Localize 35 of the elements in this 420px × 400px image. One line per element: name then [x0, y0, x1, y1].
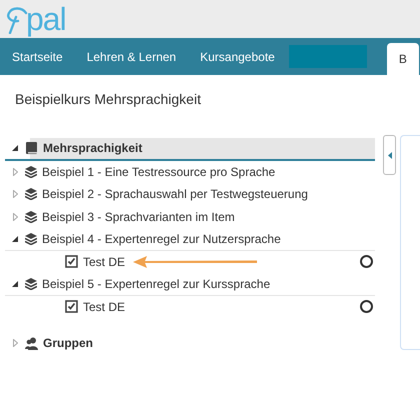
collapse-icon[interactable]	[12, 280, 18, 287]
tree-item[interactable]: Beispiel 1 - Eine Testressource pro Sprache	[42, 162, 276, 181]
expand-icon[interactable]	[12, 168, 18, 176]
status-icon	[360, 255, 373, 268]
people-icon	[25, 336, 38, 350]
layers-icon	[25, 232, 37, 245]
tree-item[interactable]: Gruppen	[43, 334, 93, 352]
book-icon	[25, 141, 38, 156]
tree-item[interactable]: Test DE	[83, 252, 126, 271]
checkbox-icon	[65, 255, 78, 268]
layers-icon	[25, 188, 37, 200]
status-icon	[360, 300, 373, 314]
course-title: Beispielkurs Mehrsprachigkeit	[14, 90, 202, 109]
nav-tab[interactable]: Startseite	[0, 38, 75, 75]
expand-icon[interactable]	[12, 212, 18, 221]
expand-icon[interactable]	[12, 190, 18, 198]
collapse-icon[interactable]	[12, 145, 18, 152]
collapse-button[interactable]	[383, 135, 396, 175]
tree-item[interactable]: Beispiel 4 - Expertenregel zur Nutzersprache	[42, 230, 281, 248]
checkbox-icon	[65, 300, 78, 314]
tree-item[interactable]: Beispiel 5 - Expertenregel zur Kurssprache	[42, 274, 270, 293]
tree-item[interactable]: Beispiel 2 - Sprachauswahl per Testwegsteuerung	[42, 185, 308, 204]
nav-tab[interactable]: Kursangebote	[188, 38, 287, 75]
layers-icon	[25, 166, 37, 178]
collapse-icon[interactable]	[12, 236, 18, 242]
nav-field[interactable]	[288, 45, 367, 68]
logo-text: pal	[26, 3, 66, 35]
nav-tab[interactable]: Lehren & Lernen	[74, 38, 188, 75]
expand-icon[interactable]	[12, 339, 18, 348]
tree-item[interactable]: Beispiel 3 - Sprachvarianten im Item	[42, 208, 235, 226]
layers-icon	[25, 210, 37, 223]
layers-icon	[25, 278, 37, 290]
caret-icon	[388, 152, 392, 158]
tree-item[interactable]: Test DE	[83, 298, 126, 316]
nav-tab[interactable]: B	[386, 43, 419, 75]
